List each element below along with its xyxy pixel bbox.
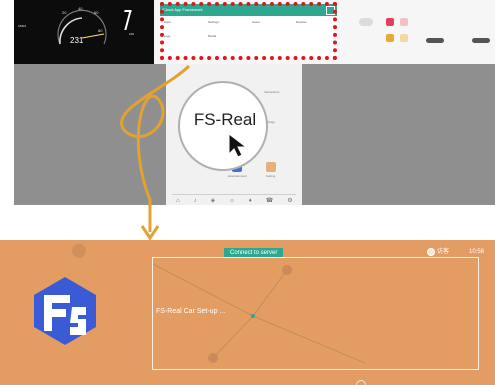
car-setup-label[interactable]: FS-Real Car Set-up ...	[156, 308, 225, 315]
user-avatar-icon[interactable]	[427, 248, 435, 256]
scroll-indicator	[356, 380, 366, 385]
clock: 10:58	[469, 249, 485, 255]
fs-logo	[34, 277, 96, 345]
user-name[interactable]: 访客	[437, 248, 449, 257]
annotation-arrow	[140, 198, 160, 241]
fs-real-app-screen: Connect to server 访客 10:58 FS-Real Car S…	[0, 240, 495, 385]
background-blob	[72, 244, 86, 258]
